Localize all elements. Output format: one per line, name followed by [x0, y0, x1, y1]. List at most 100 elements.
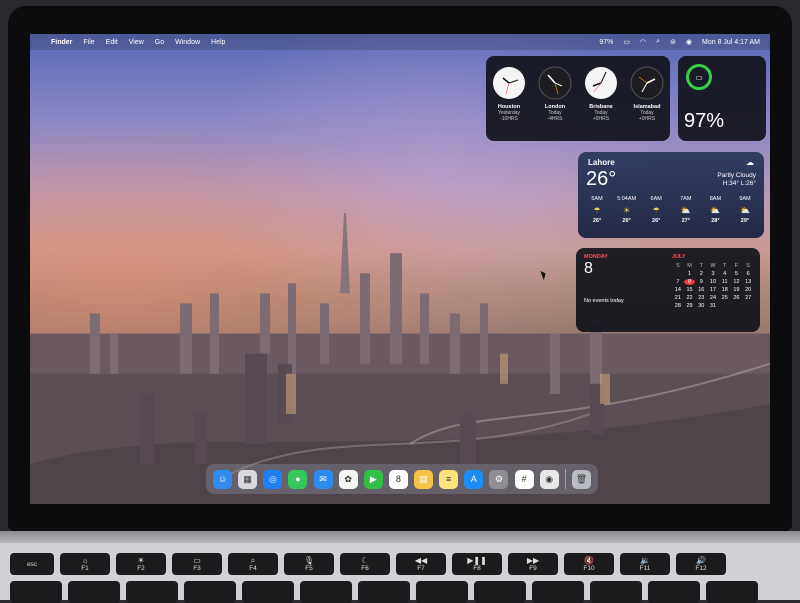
clock-face-icon [493, 67, 525, 99]
slack-icon[interactable]: # [514, 469, 534, 489]
battery-icon[interactable]: ▭ [623, 38, 630, 46]
calendar-grid: S M T W T F S 1 2 3 4 5 6 7 8 9 10 11 12 13 14 15 16 17 18 19 20 21… [672, 263, 754, 309]
calendar-day: 13 [745, 279, 752, 285]
key-f10: 🔇 F10 [564, 553, 614, 575]
calendar-day [742, 303, 754, 309]
key-icon: ▭ [193, 556, 201, 565]
calendar-weekday-header: M [687, 263, 692, 269]
clock-offset: +5HRS [592, 116, 610, 122]
dock-separator [564, 469, 566, 489]
hourly-item: 9AM ⛅ 29° [732, 196, 758, 224]
cloud-rain-icon: ☂ [652, 206, 660, 215]
calendar-today-panel: MONDAY 8 No events today [576, 248, 666, 332]
hourly-item: 7AM ⛅ 27° [673, 196, 699, 224]
calendar-weekday-header: T [723, 263, 727, 269]
hourly-time: 6AM [650, 196, 662, 202]
function-key-row: esc ☼ F1 ☀ F2 ▭ F3 ⌕ F4 🎙 F5 ☾ F6 ◀◀ F7 ▶❚❚ F8 ▶▶ F9 🔇 F10 🔉 F… [10, 553, 726, 575]
key-label: esc [26, 560, 38, 568]
cloud-rain-icon: ☂ [593, 206, 601, 215]
battery-percent[interactable]: 97% [599, 39, 613, 46]
key-f4: ⌕ F4 [228, 553, 278, 575]
key-icon: 🔇 [584, 556, 594, 565]
messages-icon[interactable]: ● [288, 469, 308, 489]
calendar-day: 6 [746, 271, 750, 277]
calendar-day: 11 [721, 279, 728, 285]
app-store-icon[interactable]: A [464, 469, 484, 489]
launchpad-icon[interactable]: ▦ [238, 469, 258, 489]
menu-window[interactable]: Window [175, 39, 200, 46]
hourly-time: 9AM [739, 196, 751, 202]
key-label: F4 [249, 565, 257, 572]
key-icon: 🎙 [303, 556, 315, 565]
key-label: F1 [81, 565, 89, 572]
calendar-day: 22 [686, 295, 693, 301]
hourly-time: 5:04AM [617, 196, 637, 202]
hourly-temp: 27° [681, 218, 690, 224]
dock: ☺ ▦ ◎ ● ✉ ✿ ▶ 8 ▤ ≡ A ⚙ # ◉ 🗑 [206, 464, 598, 494]
key-icon: ▶▶ [526, 556, 540, 565]
siri-icon[interactable]: ◉ [686, 38, 692, 46]
laptop-hinge [0, 531, 800, 543]
mail-icon[interactable]: ✉ [313, 469, 333, 489]
menu-app-name[interactable]: Finder [51, 39, 72, 46]
search-icon[interactable]: ⌕ [656, 38, 660, 46]
clock-face-icon [538, 66, 572, 100]
safari-icon[interactable]: ◎ [263, 469, 283, 489]
battery-ring: ▭ [686, 64, 712, 90]
menu-view[interactable]: View [129, 39, 144, 46]
trash-icon[interactable]: 🗑 [571, 469, 591, 489]
calendar-day: 17 [709, 287, 717, 293]
notes-icon[interactable]: ≡ [439, 469, 459, 489]
battery-widget[interactable]: ▭ 97% [678, 56, 766, 141]
system-settings-icon[interactable]: ⚙ [489, 469, 509, 489]
clock-islamabad: Islamabad Today +0HRS [626, 66, 668, 141]
cloud-icon: ☁ [746, 158, 754, 167]
calendar-day: 21 [674, 295, 681, 301]
key-f5: 🎙 F5 [284, 553, 334, 575]
chrome-icon[interactable]: ◉ [539, 469, 559, 489]
clock-offset: +0HRS [638, 116, 656, 122]
desktop-screen: Finder File Edit View Go Window Help 97%… [30, 34, 770, 504]
photos-icon[interactable]: ✿ [338, 469, 358, 489]
hourly-item: 8AM ⛅ 28° [702, 196, 728, 224]
menu-edit[interactable]: Edit [106, 39, 118, 46]
menu-datetime[interactable]: Mon 8 Jul 4:17 AM [702, 39, 760, 46]
menu-help[interactable]: Help [211, 39, 225, 46]
key-label: F12 [695, 565, 707, 572]
hourly-temp: 28° [711, 218, 720, 224]
key-f7: ◀◀ F7 [396, 553, 446, 575]
notes-app-icon[interactable]: ▤ [414, 469, 434, 489]
clock-houston: Houston Yesterday -10HRS [488, 66, 530, 141]
calendar-weekday-header: F [734, 263, 739, 269]
key-f3: ▭ F3 [172, 553, 222, 575]
facetime-icon[interactable]: ▶ [363, 469, 383, 489]
calendar-day: 7 [676, 279, 680, 285]
control-center-icon[interactable]: ⊜ [670, 38, 676, 46]
weather-widget[interactable]: Lahore ☁ 26° Partly Cloudy H:34° L:26° 5… [578, 152, 764, 238]
menu-go[interactable]: Go [155, 39, 164, 46]
cloud-sun-icon: ⛅ [739, 206, 750, 215]
calendar-day: 29 [686, 303, 693, 309]
calendar-day: 30 [698, 303, 705, 309]
calendar-weekday-header: T [699, 263, 703, 269]
keyboard: esc ☼ F1 ☀ F2 ▭ F3 ⌕ F4 🎙 F5 ☾ F6 ◀◀ F7 ▶❚❚ F8 ▶▶ F9 🔇 F10 🔉 F… [0, 543, 800, 603]
calendar-day: 24 [709, 295, 717, 301]
hourly-time: 8AM [709, 196, 722, 202]
key-label: F10 [583, 565, 595, 572]
calendar-day: 4 [723, 271, 727, 277]
key-label: F6 [361, 565, 369, 572]
calendar-day: 27 [745, 295, 752, 301]
world-clock-widget[interactable]: Houston Yesterday -10HRS London Today -4… [486, 56, 670, 141]
calendar-day-today: 8 [683, 279, 696, 285]
menu-file[interactable]: File [83, 39, 94, 46]
key-icon: 🔊 [696, 556, 706, 565]
calendar-widget[interactable]: MONDAY 8 No events today JULY SMTWTFS123… [576, 248, 760, 332]
key-label: F2 [137, 565, 145, 572]
hourly-temp: 26° [652, 218, 661, 224]
calendar-icon[interactable]: 8 [388, 469, 408, 489]
wifi-icon[interactable]: ◠ [640, 38, 646, 46]
calendar-day: 14 [674, 287, 681, 293]
finder-icon[interactable]: ☺ [213, 469, 233, 489]
key-icon: 🔉 [640, 556, 650, 565]
calendar-day: 25 [721, 295, 728, 301]
